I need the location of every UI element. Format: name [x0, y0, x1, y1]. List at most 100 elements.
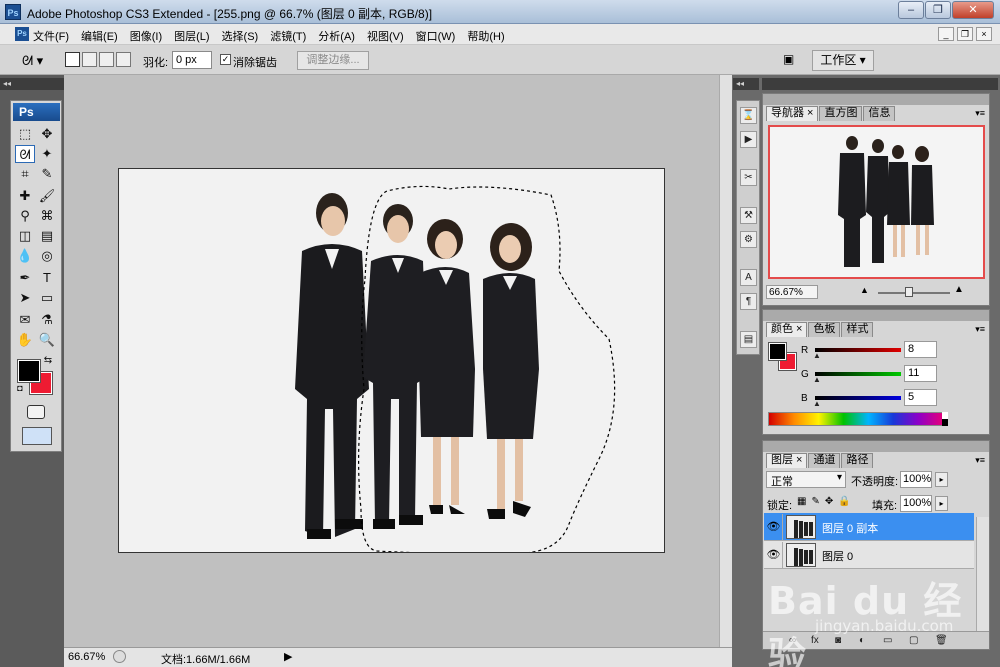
- move-tool-icon[interactable]: ✥: [37, 125, 57, 143]
- character-panel-icon[interactable]: A: [740, 269, 757, 286]
- swap-colors-icon[interactable]: ⇆: [41, 355, 55, 367]
- crop-tool-icon[interactable]: ⌗: [15, 165, 35, 183]
- actions-panel-icon[interactable]: ▶: [740, 131, 757, 148]
- maximize-button[interactable]: ❐: [925, 1, 951, 19]
- refine-edge-button[interactable]: 调整边缘...: [297, 51, 369, 70]
- fill-input[interactable]: 100%: [900, 495, 932, 512]
- menu-file[interactable]: 文件(F): [33, 28, 69, 44]
- menu-filter[interactable]: 滤镜(T): [270, 28, 306, 44]
- opacity-input[interactable]: 100%: [900, 471, 932, 488]
- zoom-in-icon[interactable]: ▲: [954, 284, 964, 295]
- slider-knob-icon[interactable]: ▲: [813, 399, 821, 408]
- minimize-button[interactable]: –: [898, 1, 924, 19]
- dodge-tool-icon[interactable]: ◎: [37, 247, 57, 265]
- pen-tool-icon[interactable]: ✒: [15, 269, 35, 287]
- close-button[interactable]: ✕: [952, 1, 994, 19]
- paragraph-panel-icon[interactable]: ¶: [740, 293, 757, 310]
- quick-mask-button[interactable]: [27, 405, 45, 419]
- channel-g-slider[interactable]: [815, 372, 901, 376]
- lock-pixels-icon[interactable]: ✎: [811, 496, 819, 507]
- new-selection-icon[interactable]: [65, 52, 80, 67]
- black-white-ramp[interactable]: [942, 412, 948, 426]
- screen-mode-button[interactable]: [22, 427, 52, 445]
- tab-info[interactable]: 信息: [863, 106, 896, 121]
- vertical-scrollbar[interactable]: [719, 75, 732, 647]
- doc-restore-button[interactable]: ❐: [957, 27, 973, 41]
- default-colors-icon[interactable]: ◘: [14, 382, 26, 394]
- slice-tool-icon[interactable]: ✎: [37, 165, 57, 183]
- eye-icon[interactable]: 👁: [765, 542, 783, 568]
- layer-comps-icon[interactable]: ▤: [740, 331, 757, 348]
- menu-select[interactable]: 选择(S): [222, 28, 259, 44]
- tab-navigator[interactable]: 导航器 ×: [766, 106, 819, 121]
- tab-histogram[interactable]: 直方图: [819, 106, 863, 121]
- eraser-tool-icon[interactable]: ◫: [15, 227, 35, 245]
- lasso-tool-icon[interactable]: ᘛ: [15, 145, 35, 163]
- clone-stamp-tool-icon[interactable]: ⚲: [15, 207, 35, 225]
- tab-color[interactable]: 颜色 ×: [766, 322, 808, 337]
- doc-minimize-button[interactable]: _: [938, 27, 954, 41]
- blur-tool-icon[interactable]: 💧: [15, 247, 35, 265]
- tab-layers[interactable]: 图层 ×: [766, 453, 808, 468]
- feather-input[interactable]: 0 px: [172, 51, 212, 69]
- navigator-thumbnail[interactable]: [768, 125, 985, 279]
- color-spectrum-bar[interactable]: [768, 412, 944, 426]
- marquee-tool-icon[interactable]: ⬚: [15, 125, 35, 143]
- slider-knob-icon[interactable]: ▲: [813, 351, 821, 360]
- clone-source-icon[interactable]: ⚙: [740, 231, 757, 248]
- tool-presets-icon[interactable]: ✂: [740, 169, 757, 186]
- layer-name[interactable]: 图层 0: [822, 548, 853, 564]
- notes-tool-icon[interactable]: ✉: [15, 311, 35, 329]
- lock-all-icon[interactable]: 🔒: [838, 496, 850, 507]
- opacity-arrow-icon[interactable]: ▸: [935, 472, 948, 487]
- eye-icon[interactable]: 👁: [765, 514, 783, 540]
- zoom-slider-track[interactable]: [878, 292, 950, 294]
- status-menu-arrow[interactable]: ▶: [284, 650, 292, 663]
- magic-wand-tool-icon[interactable]: ✦: [37, 145, 57, 163]
- layer-name[interactable]: 图层 0 副本: [822, 520, 878, 536]
- panel-menu-icon[interactable]: ▾≡: [975, 108, 985, 119]
- doc-close-button[interactable]: ×: [976, 27, 992, 41]
- menu-analysis[interactable]: 分析(A): [318, 28, 355, 44]
- channel-b-slider[interactable]: [815, 396, 901, 400]
- intersect-selection-icon[interactable]: [116, 52, 131, 67]
- panel-dock-collapse-bar[interactable]: [762, 78, 998, 90]
- brushes-panel-icon[interactable]: ⚒: [740, 207, 757, 224]
- shape-tool-icon[interactable]: ▭: [37, 289, 57, 307]
- tab-swatches[interactable]: 色板: [808, 322, 841, 337]
- zoom-tool-icon[interactable]: 🔍: [37, 331, 57, 349]
- fill-arrow-icon[interactable]: ▸: [935, 496, 948, 511]
- slider-knob-icon[interactable]: ▲: [813, 375, 821, 384]
- menu-view[interactable]: 视图(V): [367, 28, 404, 44]
- path-selection-tool-icon[interactable]: ➤: [15, 289, 35, 307]
- channel-b-input[interactable]: 5: [904, 389, 937, 406]
- type-tool-icon[interactable]: T: [37, 269, 57, 287]
- panel-menu-icon[interactable]: ▾≡: [975, 455, 985, 466]
- foreground-color-swatch[interactable]: [17, 359, 41, 383]
- toolbox-collapse-bar[interactable]: ◂◂: [0, 78, 64, 90]
- subtract-selection-icon[interactable]: [99, 52, 114, 67]
- blend-mode-select[interactable]: 正常: [766, 471, 846, 488]
- antialias-checkbox[interactable]: ✓: [220, 54, 231, 65]
- channel-r-slider[interactable]: [815, 348, 901, 352]
- menu-edit[interactable]: 编辑(E): [81, 28, 118, 44]
- lock-position-icon[interactable]: ✥: [825, 496, 833, 507]
- layer-row[interactable]: 👁 图层 0 副本: [764, 513, 974, 541]
- history-panel-icon[interactable]: ⌛: [740, 107, 757, 124]
- channel-r-input[interactable]: 8: [904, 341, 937, 358]
- panel-menu-icon[interactable]: ▾≡: [975, 324, 985, 335]
- channel-g-input[interactable]: 11: [904, 365, 937, 382]
- hand-tool-icon[interactable]: ✋: [15, 331, 35, 349]
- menu-window[interactable]: 窗口(W): [416, 28, 456, 44]
- tab-paths[interactable]: 路径: [841, 453, 874, 468]
- bridge-icon[interactable]: ▣: [783, 52, 803, 68]
- navigator-zoom-input[interactable]: 66.67%: [766, 285, 818, 299]
- brush-tool-icon[interactable]: 🖌: [37, 187, 57, 205]
- lasso-preset-icon[interactable]: ᘛ ▾: [22, 52, 52, 69]
- tab-styles[interactable]: 样式: [841, 322, 874, 337]
- lock-transparency-icon[interactable]: ▦: [797, 496, 806, 507]
- menu-help[interactable]: 帮助(H): [467, 28, 504, 44]
- healing-tool-icon[interactable]: ✚: [15, 187, 35, 205]
- menu-image[interactable]: 图像(I): [130, 28, 162, 44]
- color-fg-swatch[interactable]: [768, 342, 787, 361]
